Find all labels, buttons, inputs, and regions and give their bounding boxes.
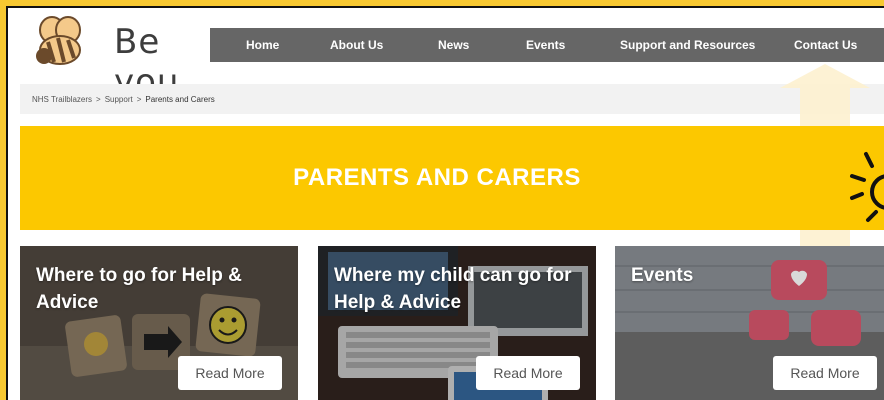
main-nav: Home About Us News Events Support and Re… <box>210 28 884 62</box>
page-title: PARENTS AND CARERS <box>293 164 581 191</box>
breadcrumb-link-support[interactable]: Support <box>105 95 133 104</box>
breadcrumb: NHS Trailblazers > Support > Parents and… <box>20 84 884 114</box>
nav-news[interactable]: News <box>438 38 469 52</box>
page-frame: Be you Home About Us News Events Support… <box>6 6 884 400</box>
bee-icon <box>36 16 81 65</box>
nav-contact-us[interactable]: Contact Us <box>794 38 857 52</box>
breadcrumb-separator: > <box>96 94 101 104</box>
card-title: Where to go for Help & Advice <box>36 262 242 316</box>
hero-banner: PARENTS AND CARERS <box>20 126 884 230</box>
card-help-advice[interactable]: Where to go for Help & Advice Read More <box>20 246 298 400</box>
card-title-line: Where my child can go for <box>334 265 572 286</box>
card-child-help-advice[interactable]: Where my child can go for Help & Advice … <box>318 246 596 400</box>
breadcrumb-separator: > <box>136 94 142 104</box>
card-title: Events <box>631 262 693 289</box>
card-title-line: Advice <box>36 292 99 313</box>
read-more-button[interactable]: Read More <box>773 356 877 390</box>
nav-support-resources[interactable]: Support and Resources <box>620 38 755 52</box>
read-more-button[interactable]: Read More <box>476 356 580 390</box>
nav-about-us[interactable]: About Us <box>330 38 383 52</box>
read-more-button[interactable]: Read More <box>178 356 282 390</box>
sun-doodle-icon <box>850 152 884 222</box>
card-title-line: Where to go for Help & <box>36 265 242 286</box>
card-title-line: Help & Advice <box>334 292 462 313</box>
card-title-line: Events <box>631 265 694 286</box>
site-logo[interactable]: Be you <box>30 14 200 102</box>
nav-events[interactable]: Events <box>526 38 565 52</box>
card-title: Where my child can go for Help & Advice <box>334 262 572 316</box>
breadcrumb-current: Parents and Carers <box>145 94 215 104</box>
nav-home[interactable]: Home <box>246 38 279 52</box>
breadcrumb-link-trailblazers[interactable]: NHS Trailblazers <box>32 95 92 104</box>
card-events[interactable]: Events Read More <box>615 246 884 400</box>
